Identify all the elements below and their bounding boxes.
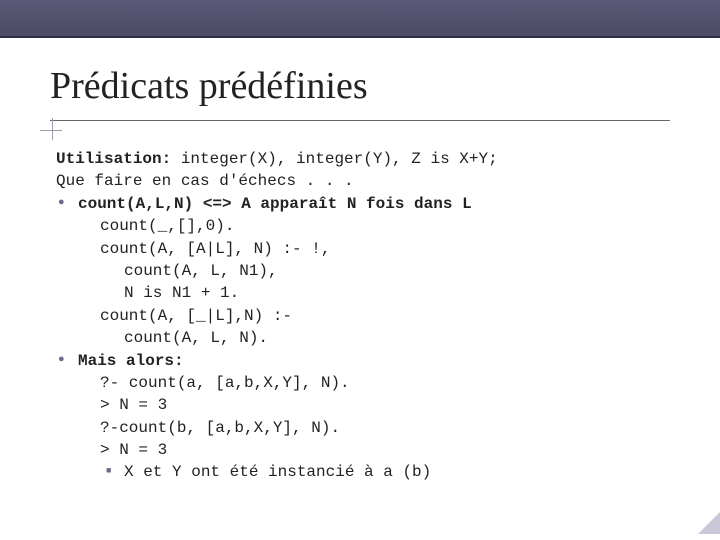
slide-body: Utilisation: integer(X), integer(Y), Z i… xyxy=(56,148,680,484)
query-line-5: X et Y ont été instancié à a (b) xyxy=(56,461,680,483)
query-line-4: > N = 3 xyxy=(56,439,680,461)
code-line-4: N is N1 + 1. xyxy=(56,282,680,304)
code-line-1: count(_,[],0). xyxy=(56,215,680,237)
code-line-2: count(A, [A|L], N) :- !, xyxy=(56,238,680,260)
fail-line: Que faire en cas d'échecs . . . xyxy=(56,170,680,192)
code-line-3: count(A, L, N1), xyxy=(56,260,680,282)
code-line-5: count(A, [_|L],N) :- xyxy=(56,305,680,327)
top-band xyxy=(0,0,720,38)
utilisation-code: integer(X), integer(Y), Z is X+Y; xyxy=(171,150,497,168)
page-curl-icon xyxy=(690,504,720,534)
slide-title: Prédicats prédéfinies xyxy=(50,64,368,108)
query-line-2: > N = 3 xyxy=(56,394,680,416)
mais-alors: Mais alors: xyxy=(56,350,680,372)
query-line-3: ?-count(b, [a,b,X,Y], N). xyxy=(56,417,680,439)
utilisation-label: Utilisation: xyxy=(56,150,171,168)
utilisation-line: Utilisation: integer(X), integer(Y), Z i… xyxy=(56,148,680,170)
query-line-1: ?- count(a, [a,b,X,Y], N). xyxy=(56,372,680,394)
title-rule xyxy=(50,120,670,121)
slide: Prédicats prédéfinies Utilisation: integ… xyxy=(0,0,720,540)
count-spec: count(A,L,N) <=> A apparaît N fois dans … xyxy=(56,193,680,215)
code-line-6: count(A, L, N). xyxy=(56,327,680,349)
rule-ornament xyxy=(46,124,60,138)
